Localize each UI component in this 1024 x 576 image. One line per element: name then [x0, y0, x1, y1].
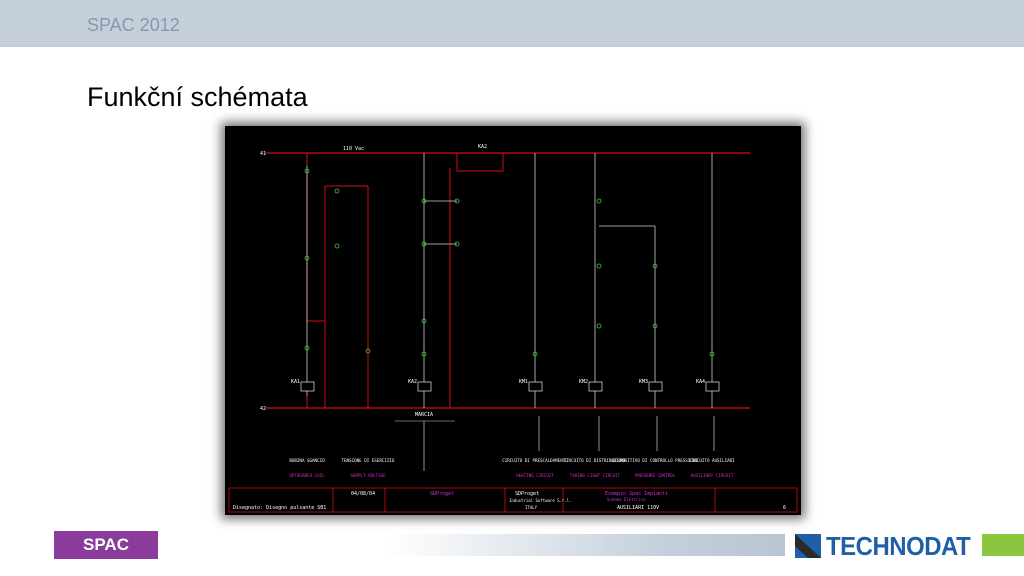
relay-label-3: KM1 [519, 379, 528, 385]
section-5-sub: PRESSURE CONTROL [635, 473, 676, 478]
titleblock-company-sub: Industrial Software S.r.l. [509, 498, 572, 503]
footer-gradient [385, 534, 785, 556]
titleblock-project-sub: Schema Elettrico [607, 497, 646, 502]
section-6-sub: AUXILIARY CIRCUIT [691, 473, 734, 478]
relay-label-4: KM2 [579, 379, 588, 385]
titleblock-company-2: SDProget [515, 491, 539, 497]
header-bar: SPAC 2012 [0, 0, 1024, 47]
section-2-title: TENSIONE DI ESERCIZIO [342, 458, 395, 463]
titleblock-date: 04/08/04 [351, 491, 375, 497]
supply-voltage-label: 110 Vac [343, 146, 364, 152]
slide-title: Funkční schémata [87, 82, 308, 112]
section-3-title: CIRCUITO DI PRESCALDAMENTO [502, 458, 568, 463]
relay-label-1: KA1 [291, 379, 300, 385]
schematic-drawing: 110 Vac 41 42 KA2 KA1 KA2 KM1 KM2 KM3 KA… [225, 126, 801, 515]
titleblock-company: SDProget [430, 491, 454, 497]
relay-label-2: KA2 [408, 379, 417, 385]
schematic-image: 110 Vac 41 42 KA2 KA1 KA2 KM1 KM2 KM3 KA… [225, 126, 801, 515]
technodat-logo: TECHNODAT [795, 530, 983, 561]
footer-accent [982, 534, 1024, 556]
svg-text:KA2: KA2 [478, 144, 487, 150]
section-5-title: DISPOSITIVO DI CONTROLLO PRESSIONE [612, 458, 698, 463]
technodat-mark-icon [795, 534, 821, 558]
technodat-logo-text: TECHNODAT [826, 530, 971, 561]
marcia-label: MARCIA [415, 412, 433, 418]
relay-label-5: KM3 [639, 379, 648, 385]
section-2-sub: SUPPLY VOLTAGE [350, 473, 386, 478]
section-4-sub: TAKING LIGHT CIRCUIT [570, 473, 621, 478]
section-3-sub: HEATING CIRCUIT [516, 473, 554, 478]
titleblock-sheet-no: 6 [783, 505, 786, 511]
section-6-title: CIRCUITO AUSILIARI [689, 458, 735, 463]
svg-text:42: 42 [260, 406, 266, 412]
relay-label-6: KA4 [696, 379, 705, 385]
titleblock-drawn: Disegnato: Disegno pulsante SB1 [233, 505, 326, 511]
svg-text:41: 41 [260, 151, 266, 157]
section-1-sub: OPTOGANCH COIL [289, 473, 325, 478]
titleblock-country: ITALY [525, 505, 538, 510]
titleblock-sheet-title: AUSILIARI 110V [617, 505, 659, 511]
spac-logo: SPAC [54, 531, 158, 559]
header-title: SPAC 2012 [87, 15, 180, 35]
section-1-title: BOBINA SGANCIO [289, 458, 325, 463]
